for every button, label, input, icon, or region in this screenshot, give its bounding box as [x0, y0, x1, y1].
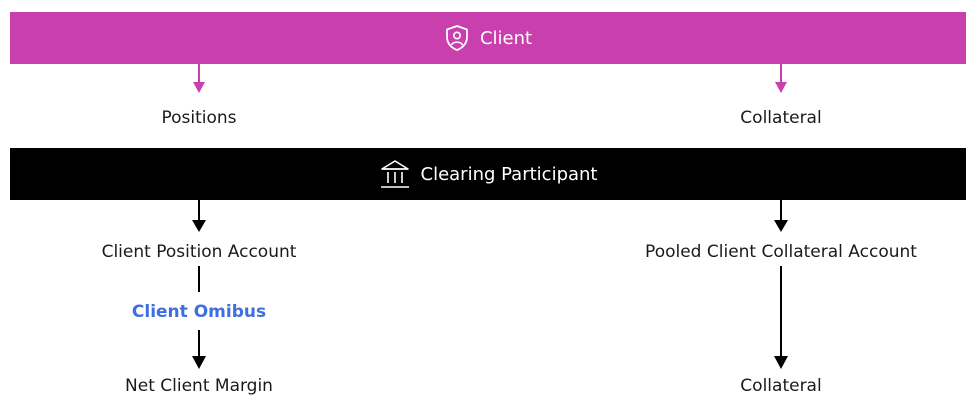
bank-building-icon: [379, 158, 411, 190]
clearing-participant-band: Clearing Participant: [10, 148, 966, 200]
client-band: Client: [10, 12, 966, 64]
positions-label: Positions: [161, 108, 237, 128]
client-position-account-label: Client Position Account: [101, 242, 297, 262]
net-client-margin-label: Net Client Margin: [125, 376, 273, 396]
client-omnibus-label: Client Omibus: [131, 302, 267, 322]
clearing-participant-label: Clearing Participant: [420, 163, 598, 185]
pooled-client-collateral-account-label: Pooled Client Collateral Account: [645, 242, 917, 262]
collateral-bottom-label: Collateral: [740, 376, 822, 396]
collateral-top-label: Collateral: [740, 108, 822, 128]
shield-user-icon: [444, 24, 470, 52]
client-band-label: Client: [479, 27, 533, 49]
